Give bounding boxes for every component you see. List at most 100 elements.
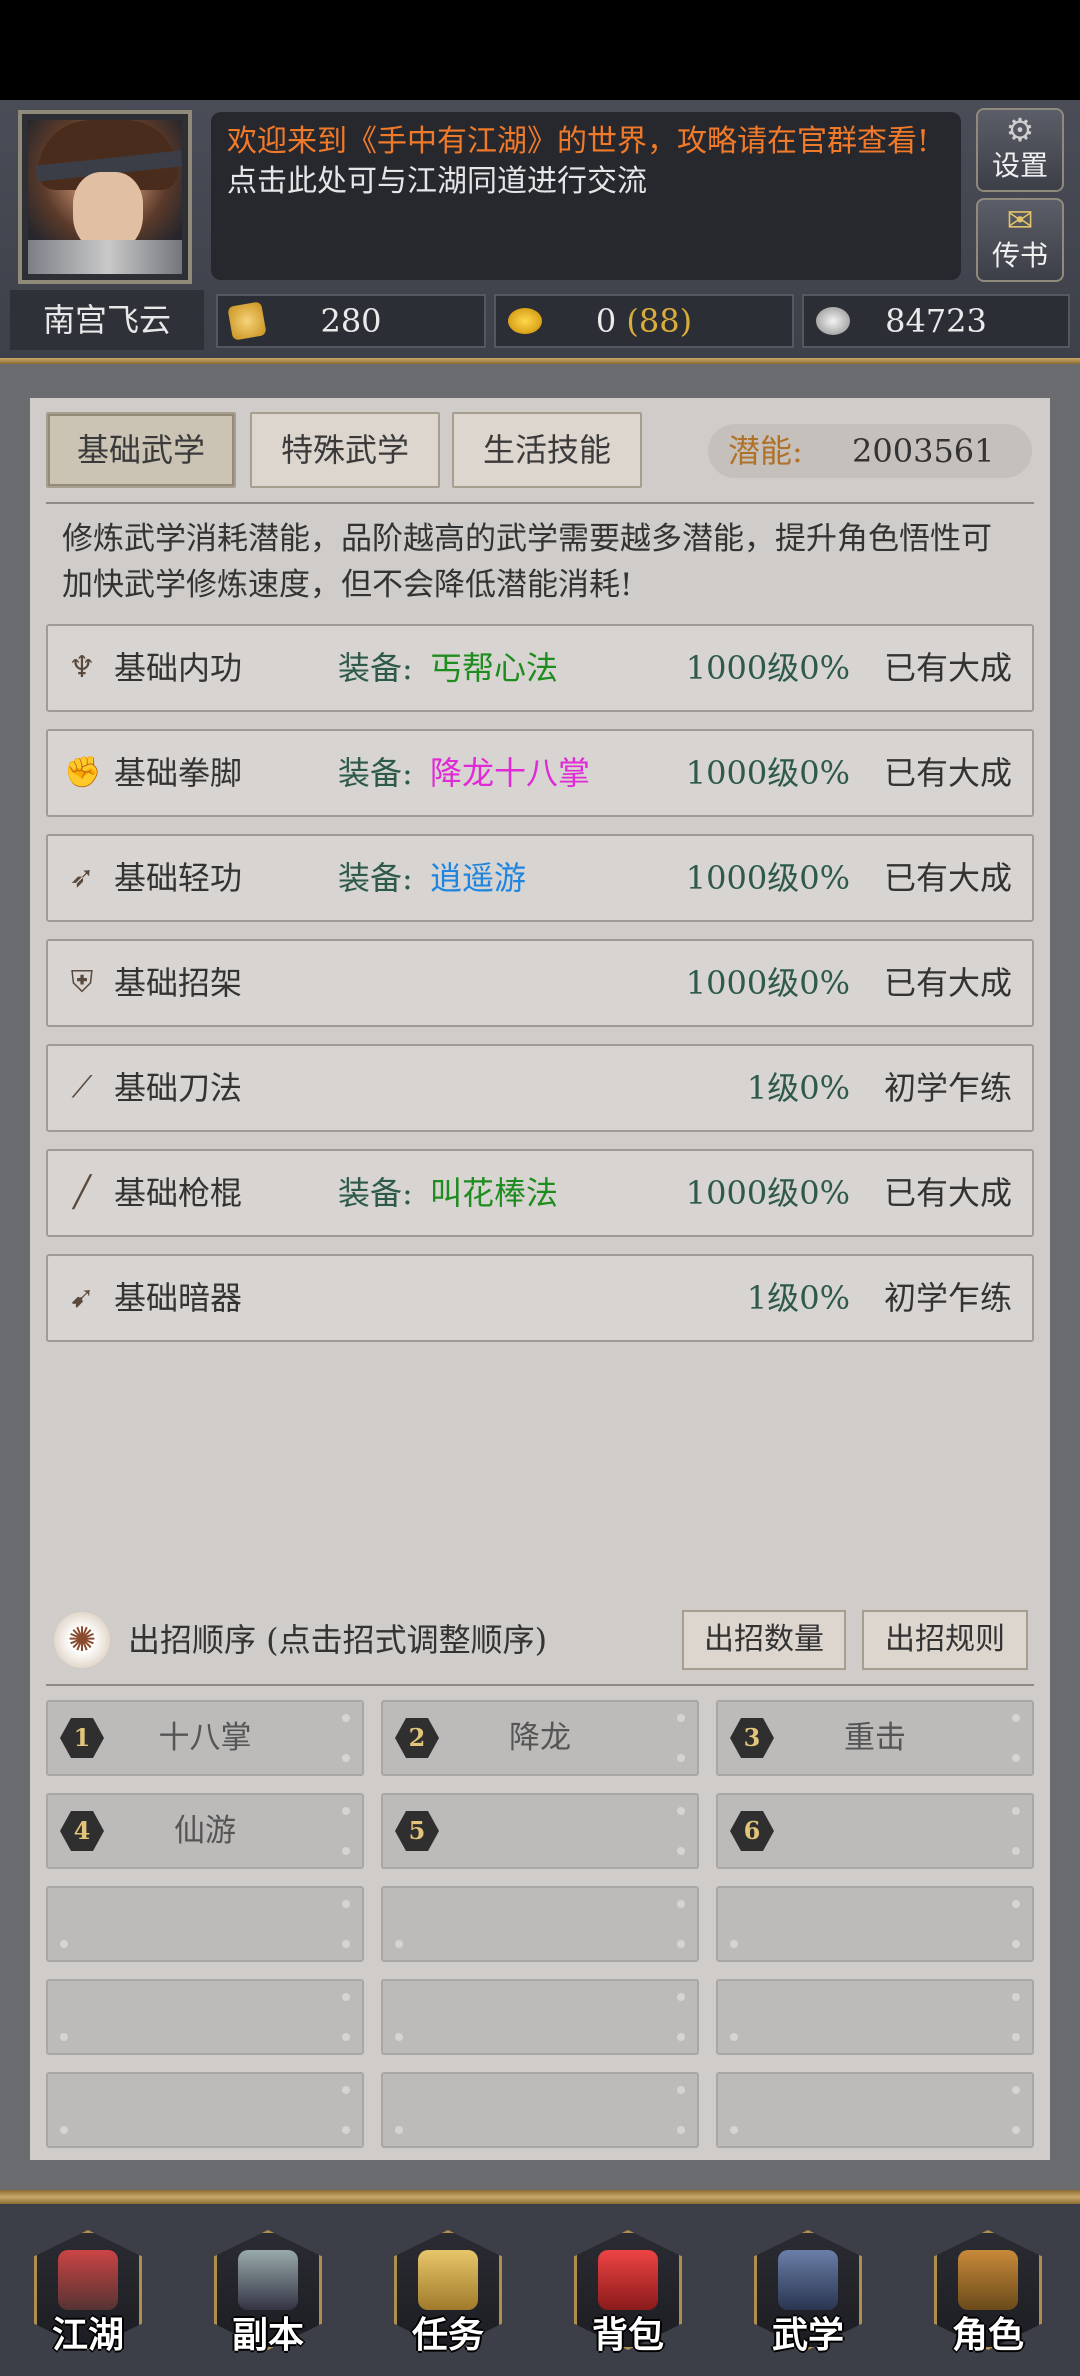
slot-number-badge: 1 <box>60 1718 104 1758</box>
combo-slot[interactable]: 4 仙游 <box>46 1793 364 1869</box>
combo-slot[interactable]: 1 十八掌 <box>46 1700 364 1776</box>
nav-label: 副本 <box>231 2314 304 2356</box>
slot-move-name: 十八掌 <box>158 1720 252 1756</box>
settings-button[interactable]: ⚙ 设置 <box>976 108 1064 192</box>
slot-number-badge: 2 <box>395 1718 439 1758</box>
slot-move-name: 仙游 <box>174 1813 236 1849</box>
skill-row[interactable]: ✊ 基础拳脚 装备: 降龙十八掌 1000级0% 已有大成 <box>46 729 1034 817</box>
skill-name: 基础枪棍 <box>114 1174 243 1212</box>
divider <box>0 2190 1080 2204</box>
slot-number-badge: 5 <box>395 1811 439 1851</box>
combo-slot[interactable] <box>381 2072 699 2148</box>
silver-ingot-icon <box>816 307 850 335</box>
bottom-navigation: 江湖 副本 任务 背包 武学 角色 <box>0 2204 1080 2376</box>
nav-label: 任务 <box>411 2314 484 2356</box>
combo-slot[interactable]: 3 重击 <box>716 1700 1034 1776</box>
combo-slot[interactable] <box>716 2072 1034 2148</box>
skill-level: 1000级0% <box>685 649 850 687</box>
settings-label: 设置 <box>991 149 1048 182</box>
gold-ingot-icon <box>508 308 542 334</box>
combo-slot[interactable]: 2 降龙 <box>381 1700 699 1776</box>
coupon-icon <box>227 301 267 341</box>
skill-stage: 已有大成 <box>883 859 1012 897</box>
combo-slot[interactable] <box>46 2072 364 2148</box>
slot-move-name: 重击 <box>844 1720 906 1756</box>
currency-coupon-value: 280 <box>320 302 382 340</box>
slot-number-badge: 6 <box>730 1811 774 1851</box>
skill-row[interactable]: ╱ 基础枪棍 装备: 叫花棒法 1000级0% 已有大成 <box>46 1149 1034 1237</box>
skill-stage: 初学乍练 <box>883 1279 1012 1317</box>
description-text: 修炼武学消耗潜能，品阶越高的武学需要越多潜能，提升角色悟性可加快武学修炼速度，但… <box>62 521 992 603</box>
skill-name: 基础内功 <box>114 649 243 687</box>
nav-item[interactable]: 副本 <box>210 2222 326 2362</box>
dart-icon: ➹ <box>69 1280 95 1315</box>
divider <box>46 502 1034 504</box>
currency-coupon[interactable]: 280 <box>216 294 486 348</box>
inner-power-icon: ♆ <box>68 650 96 685</box>
combo-slot[interactable] <box>381 1979 699 2055</box>
slot-number-badge: 4 <box>60 1811 104 1851</box>
announcement-line-2: 点击此处可与江湖同道进行交流 <box>227 164 647 199</box>
avatar[interactable] <box>18 110 192 284</box>
skill-name: 基础拳脚 <box>114 754 243 792</box>
announcement-line-1: 欢迎来到《手中有江湖》的世界，攻略请在官群查看! <box>227 124 930 159</box>
pouch-icon <box>598 2250 658 2310</box>
skill-level: 1000级0% <box>685 754 850 792</box>
skill-level: 1000级0% <box>685 1174 850 1212</box>
currency-silver[interactable]: 84723 <box>802 294 1070 348</box>
combo-slot[interactable] <box>46 1886 364 1962</box>
combo-slot[interactable] <box>716 1979 1034 2055</box>
chat-announcement[interactable]: 欢迎来到《手中有江湖》的世界，攻略请在官群查看! 点击此处可与江湖同道进行交流 <box>211 112 961 280</box>
skill-row[interactable]: ⛨ 基础招架 1000级0% 已有大成 <box>46 939 1034 1027</box>
skill-level: 1000级0% <box>685 859 850 897</box>
tab-special-martial[interactable]: 特殊武学 <box>250 412 440 488</box>
nav-label: 武学 <box>771 2314 844 2356</box>
staff-icon: ╱ <box>72 1175 92 1210</box>
combo-slot[interactable]: 6 <box>716 1793 1034 1869</box>
gear-icon: ⚙ <box>1005 111 1035 149</box>
potential-value: 2003561 <box>852 432 995 470</box>
scroll-icon <box>418 2250 478 2310</box>
combo-slot[interactable] <box>381 1886 699 1962</box>
pagoda-icon <box>58 2250 118 2310</box>
skill-equipped-art: 叫花棒法 <box>430 1174 559 1212</box>
nav-label: 背包 <box>591 2314 664 2356</box>
skill-stage: 已有大成 <box>883 964 1012 1002</box>
potential-display: 潜能: 2003561 <box>708 424 1032 478</box>
book-sword-icon <box>778 2250 838 2310</box>
status-bar <box>0 0 1080 100</box>
potential-label: 潜能: <box>728 432 803 470</box>
crossed-swords-icon <box>238 2250 298 2310</box>
skill-equipped-art: 丐帮心法 <box>430 649 559 687</box>
nav-item[interactable]: 角色 <box>930 2222 1046 2362</box>
skill-equip-label: 装备: <box>338 859 413 897</box>
slot-move-name: 降龙 <box>509 1720 571 1756</box>
currency-gold-value: 0 <box>595 302 617 340</box>
combo-order-title: 出招顺序 (点击招式调整顺序) <box>128 1621 548 1659</box>
skill-row[interactable]: ➹ 基础暗器 1级0% 初学乍练 <box>46 1254 1034 1342</box>
skill-equip-label: 装备: <box>338 649 413 687</box>
nav-item[interactable]: 任务 <box>390 2222 506 2362</box>
boot-icon: ➶ <box>69 860 95 895</box>
parry-icon: ⛨ <box>70 965 94 1000</box>
skill-row[interactable]: ➶ 基础轻功 装备: 逍遥游 1000级0% 已有大成 <box>46 834 1034 922</box>
combo-count-button[interactable]: 出招数量 <box>682 1610 846 1670</box>
skill-level: 1级0% <box>746 1279 850 1317</box>
nav-item[interactable]: 武学 <box>750 2222 866 2362</box>
gourd-icon <box>958 2250 1018 2310</box>
nav-item[interactable]: 背包 <box>570 2222 686 2362</box>
skill-row[interactable]: ♆ 基础内功 装备: 丐帮心法 1000级0% 已有大成 <box>46 624 1034 712</box>
mail-button[interactable]: ✉ 传书 <box>976 198 1064 282</box>
skill-equipped-art: 降龙十八掌 <box>430 754 591 792</box>
combo-slot[interactable] <box>716 1886 1034 1962</box>
tab-basic-martial[interactable]: 基础武学 <box>46 412 236 488</box>
combo-rule-button[interactable]: 出招规则 <box>862 1610 1028 1670</box>
combo-slot[interactable] <box>46 1979 364 2055</box>
skill-name: 基础暗器 <box>114 1279 243 1317</box>
skill-row[interactable]: ⟋ 基础刀法 1级0% 初学乍练 <box>46 1044 1034 1132</box>
slot-number-badge: 3 <box>730 1718 774 1758</box>
nav-item[interactable]: 江湖 <box>30 2222 146 2362</box>
currency-gold[interactable]: 0 (88) <box>494 294 794 348</box>
combo-slot[interactable]: 5 <box>381 1793 699 1869</box>
tab-life-skills[interactable]: 生活技能 <box>452 412 642 488</box>
